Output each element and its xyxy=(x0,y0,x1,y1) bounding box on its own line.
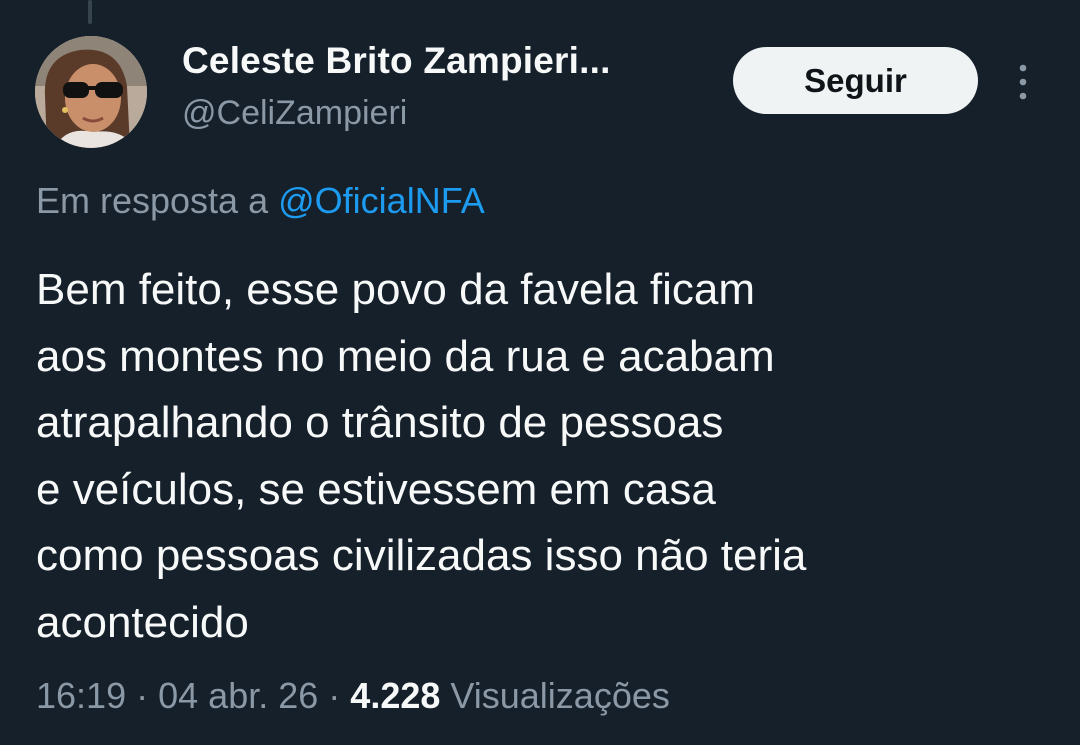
tweet-date[interactable]: 04 abr. 26 xyxy=(158,675,318,716)
author-display-name[interactable]: Celeste Brito Zampieri... xyxy=(182,40,611,82)
tweet-meta: 16:19 · 04 abr. 26 · 4.228 Visualizações xyxy=(36,675,670,717)
tweet-text-line: acontecido xyxy=(36,597,249,647)
more-vertical-icon[interactable] xyxy=(1012,62,1034,102)
views-label[interactable]: Visualizações xyxy=(450,675,669,716)
tweet-text-line: Bem feito, esse povo da favela ficam xyxy=(36,265,756,314)
tweet-text: Bem feito, esse povo da favela ficam aos… xyxy=(36,257,1046,656)
follow-button[interactable]: Seguir xyxy=(733,47,978,114)
tweet-text-line: e veículos, se estivessem em casa xyxy=(36,464,716,514)
views-count[interactable]: 4.228 xyxy=(350,675,440,716)
reply-prefix: Em resposta a xyxy=(36,180,269,221)
thread-connector-line xyxy=(88,0,92,24)
tweet-text-line: aos montes no meio da rua e acabam xyxy=(36,331,775,381)
tweet-text-line: como pessoas civilizadas isso não teria xyxy=(36,531,807,580)
meta-separator: · xyxy=(328,675,341,716)
avatar[interactable] xyxy=(35,36,147,148)
meta-separator: · xyxy=(136,675,149,716)
profile-photo-image xyxy=(35,36,147,148)
tweet-text-line: atrapalhando o trânsito de pessoas xyxy=(36,398,724,447)
reply-mention-link[interactable]: @OficialNFA xyxy=(278,180,485,221)
tweet-time[interactable]: 16:19 xyxy=(36,675,126,716)
author-handle[interactable]: @CeliZampieri xyxy=(182,94,407,133)
reply-context: Em resposta a @OficialNFA xyxy=(36,180,485,222)
